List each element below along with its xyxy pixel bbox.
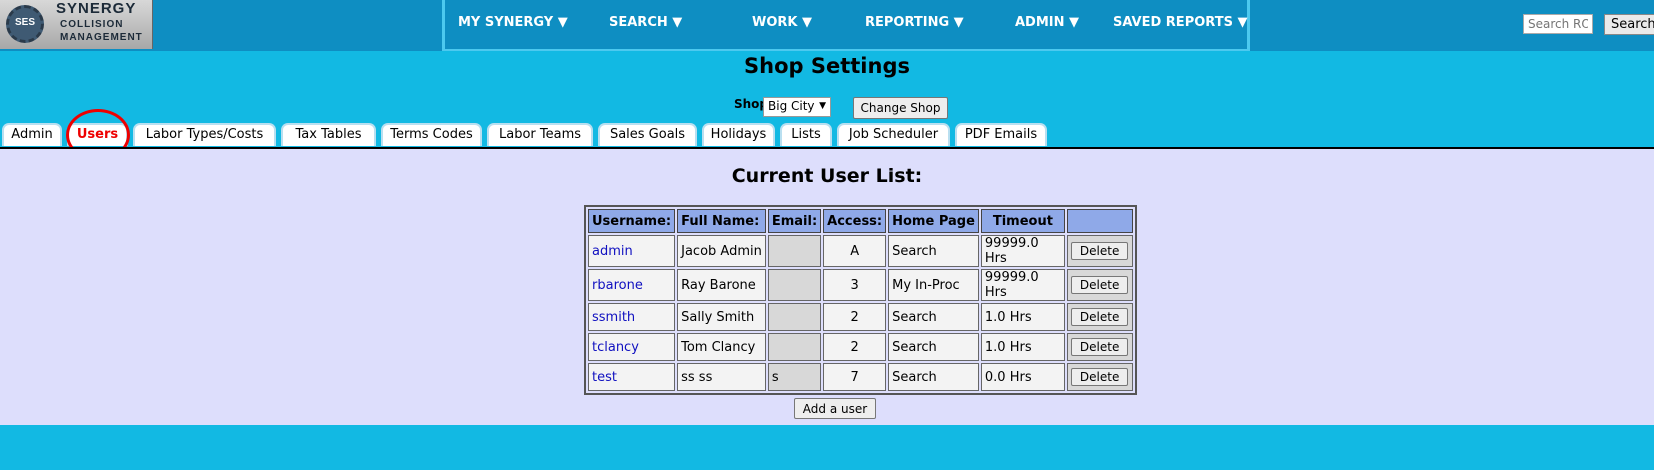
cell-home-page: Search: [888, 363, 979, 391]
menu-work[interactable]: WORK ▼: [752, 15, 812, 30]
cell-home-page: Search: [888, 333, 979, 361]
tab-sales-goals[interactable]: Sales Goals: [598, 123, 697, 146]
header-full-name: Full Name:: [677, 209, 766, 233]
cell-username[interactable]: test: [588, 363, 676, 391]
delete-button[interactable]: Delete: [1070, 368, 1129, 386]
header-email: Email:: [767, 209, 822, 233]
tab-labor-teams[interactable]: Labor Teams: [487, 123, 593, 146]
user-list-title: Current User List:: [731, 165, 923, 187]
header-access: Access:: [823, 209, 887, 233]
cell-timeout: 99999.0 Hrs: [980, 235, 1065, 267]
cell-access: 7: [823, 363, 887, 391]
cell-timeout: 1.0 Hrs: [980, 303, 1065, 331]
search-ro-input[interactable]: [1523, 14, 1593, 34]
cell-home-page: My In-Proc: [888, 269, 979, 301]
add-user-button[interactable]: Add a user: [794, 398, 876, 419]
table-row: admin Jacob Admin A Search 99999.0 Hrs D…: [588, 235, 1133, 267]
menu-saved-reports[interactable]: SAVED REPORTS ▼: [1113, 15, 1247, 30]
cell-home-page: Search: [888, 303, 979, 331]
table-row: rbarone Ray Barone 3 My In-Proc 99999.0 …: [588, 269, 1133, 301]
username-link[interactable]: tclancy: [592, 340, 639, 355]
cell-access: 2: [823, 303, 887, 331]
delete-button[interactable]: Delete: [1070, 308, 1129, 326]
tab-job-scheduler[interactable]: Job Scheduler: [837, 123, 950, 146]
cell-delete: Delete: [1066, 269, 1133, 301]
logo-line2: COLLISION: [60, 19, 124, 30]
dropdown-arrow-icon: ▼: [819, 101, 826, 111]
cell-full-name: ss ss: [677, 363, 766, 391]
logo[interactable]: SES SYNERGY COLLISION MANAGEMENT: [0, 0, 153, 49]
table-header-row: Username: Full Name: Email: Access: Home…: [588, 209, 1133, 233]
header-username: Username:: [588, 209, 676, 233]
cell-full-name: Ray Barone: [677, 269, 766, 301]
cell-delete: Delete: [1066, 333, 1133, 361]
search-button[interactable]: Search: [1604, 14, 1654, 35]
cell-timeout: 99999.0 Hrs: [980, 269, 1065, 301]
cell-email: [767, 269, 822, 301]
cell-username[interactable]: rbarone: [588, 269, 676, 301]
menu-admin[interactable]: ADMIN ▼: [1015, 15, 1079, 30]
menu-my-synergy[interactable]: MY SYNERGY ▼: [458, 15, 568, 30]
delete-button[interactable]: Delete: [1070, 242, 1129, 260]
cell-email: [767, 333, 822, 361]
tab-labor-types[interactable]: Labor Types/Costs: [133, 123, 276, 146]
username-link[interactable]: ssmith: [592, 310, 635, 325]
menu-reporting[interactable]: REPORTING ▼: [865, 15, 964, 30]
logo-line1: SYNERGY: [56, 0, 137, 17]
cell-email: [767, 303, 822, 331]
cell-delete: Delete: [1066, 303, 1133, 331]
main-menu: MY SYNERGY ▼ SEARCH ▼ WORK ▼ REPORTING ▼…: [442, 0, 1250, 51]
cell-timeout: 0.0 Hrs: [980, 363, 1065, 391]
cell-full-name: Sally Smith: [677, 303, 766, 331]
username-link[interactable]: admin: [592, 244, 633, 259]
page-title: Shop Settings: [744, 54, 910, 78]
cell-home-page: Search: [888, 235, 979, 267]
tab-tax-tables[interactable]: Tax Tables: [281, 123, 376, 146]
user-table: Username: Full Name: Email: Access: Home…: [584, 205, 1137, 395]
username-link[interactable]: rbarone: [592, 278, 643, 293]
cell-timeout: 1.0 Hrs: [980, 333, 1065, 361]
shop-select[interactable]: Big City ▼: [763, 97, 831, 117]
cell-username[interactable]: admin: [588, 235, 676, 267]
cell-delete: Delete: [1066, 363, 1133, 391]
tab-terms-codes[interactable]: Terms Codes: [381, 123, 482, 146]
header-actions: [1066, 209, 1133, 233]
cell-email: [767, 235, 822, 267]
tab-admin[interactable]: Admin: [2, 123, 62, 146]
tab-holidays[interactable]: Holidays: [702, 123, 775, 146]
tab-lists[interactable]: Lists: [780, 123, 832, 146]
delete-button[interactable]: Delete: [1070, 338, 1129, 356]
cell-access: 3: [823, 269, 887, 301]
username-link[interactable]: test: [592, 370, 617, 385]
logo-line3: MANAGEMENT: [60, 32, 143, 43]
cell-email: s: [767, 363, 822, 391]
menu-search[interactable]: SEARCH ▼: [609, 15, 682, 30]
table-row: ssmith Sally Smith 2 Search 1.0 Hrs Dele…: [588, 303, 1133, 331]
delete-button[interactable]: Delete: [1070, 276, 1129, 294]
cell-full-name: Tom Clancy: [677, 333, 766, 361]
cell-full-name: Jacob Admin: [677, 235, 766, 267]
shop-select-value: Big City: [768, 99, 815, 113]
header-timeout: Timeout: [980, 209, 1065, 233]
header-home-page: Home Page: [888, 209, 979, 233]
table-row: test ss ss s 7 Search 0.0 Hrs Delete: [588, 363, 1133, 391]
cell-delete: Delete: [1066, 235, 1133, 267]
cell-access: 2: [823, 333, 887, 361]
table-row: tclancy Tom Clancy 2 Search 1.0 Hrs Dele…: [588, 333, 1133, 361]
cell-username[interactable]: ssmith: [588, 303, 676, 331]
change-shop-button[interactable]: Change Shop: [853, 97, 948, 119]
top-bar: SES SYNERGY COLLISION MANAGEMENT MY SYNE…: [0, 0, 1654, 51]
logo-mark: SES: [14, 17, 35, 28]
cell-username[interactable]: tclancy: [588, 333, 676, 361]
cell-access: A: [823, 235, 887, 267]
tab-pdf-emails[interactable]: PDF Emails: [955, 123, 1047, 146]
